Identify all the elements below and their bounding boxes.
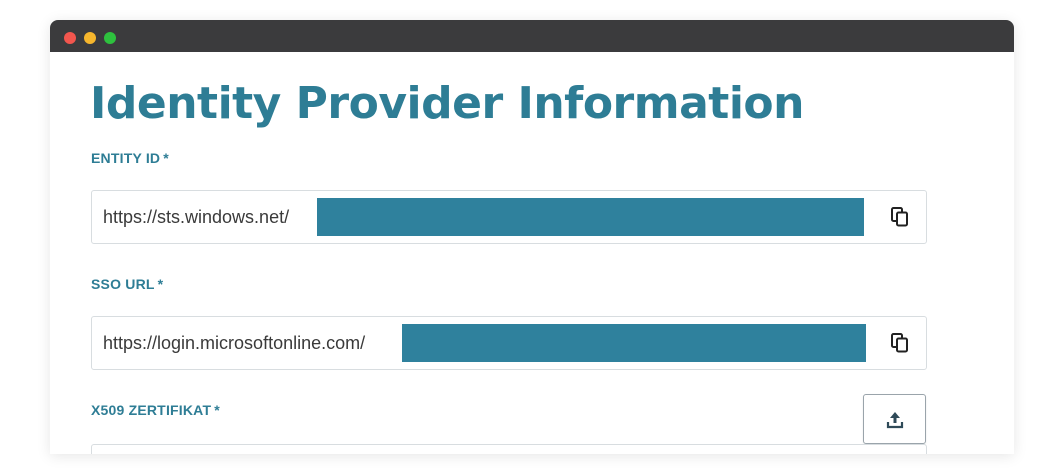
entity-id-field[interactable]: https://sts.windows.net/ bbox=[91, 190, 927, 244]
sso-url-field[interactable]: https://login.microsoftonline.com/ bbox=[91, 316, 927, 370]
page-title: Identity Provider Information bbox=[90, 78, 804, 129]
x509-certificate-field[interactable] bbox=[91, 444, 927, 454]
redacted-block bbox=[317, 198, 864, 236]
x509-label-text: X509 ZERTIFIKAT bbox=[91, 402, 212, 418]
close-window-button[interactable] bbox=[64, 32, 76, 44]
sso-url-value: https://login.microsoftonline.com/ bbox=[103, 333, 366, 353]
required-mark: * bbox=[163, 150, 169, 166]
copy-entity-id-button[interactable] bbox=[888, 205, 912, 229]
page-content: Identity Provider Information ENTITY ID *… bbox=[50, 52, 1014, 454]
copy-icon bbox=[891, 333, 908, 353]
upload-icon bbox=[886, 412, 904, 429]
redacted-block bbox=[402, 324, 866, 362]
required-mark: * bbox=[157, 276, 164, 292]
required-mark: * bbox=[214, 402, 220, 418]
sso-url-label-text: SSO URL bbox=[91, 276, 155, 292]
entity-id-label: ENTITY ID * bbox=[91, 150, 169, 166]
sso-url-label: SSO URL * bbox=[91, 276, 163, 292]
copy-sso-url-button[interactable] bbox=[888, 331, 912, 355]
upload-certificate-button[interactable] bbox=[863, 394, 926, 444]
browser-window: Identity Provider Information ENTITY ID *… bbox=[50, 20, 1014, 454]
minimize-window-button[interactable] bbox=[84, 32, 96, 44]
copy-icon bbox=[891, 207, 908, 227]
x509-label: X509 ZERTIFIKAT * bbox=[91, 402, 220, 418]
window-titlebar bbox=[50, 20, 1014, 52]
maximize-window-button[interactable] bbox=[104, 32, 116, 44]
entity-id-value: https://sts.windows.net/ bbox=[103, 207, 290, 227]
entity-id-label-text: ENTITY ID bbox=[91, 150, 161, 166]
